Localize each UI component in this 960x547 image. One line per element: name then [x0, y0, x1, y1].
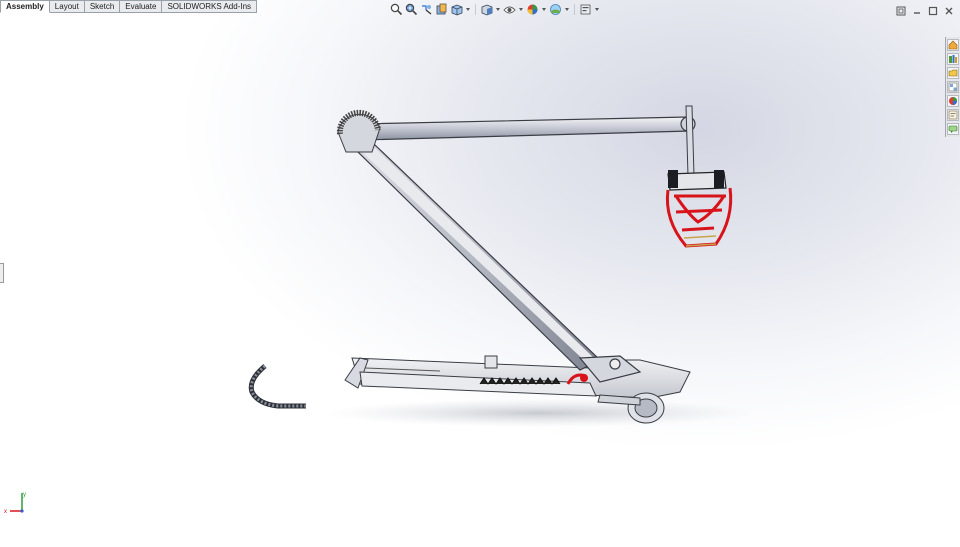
- boom-arm[interactable]: [357, 116, 696, 141]
- triad-y-label: y: [23, 492, 26, 498]
- lift-mast[interactable]: [354, 144, 642, 383]
- graphics-area[interactable]: [0, 0, 960, 547]
- cable-chain[interactable]: [248, 364, 306, 409]
- model-shadow: [325, 399, 755, 427]
- pivot-gear[interactable]: [336, 109, 381, 153]
- triad-x-label: x: [4, 509, 7, 515]
- reference-triad: y x: [4, 492, 26, 515]
